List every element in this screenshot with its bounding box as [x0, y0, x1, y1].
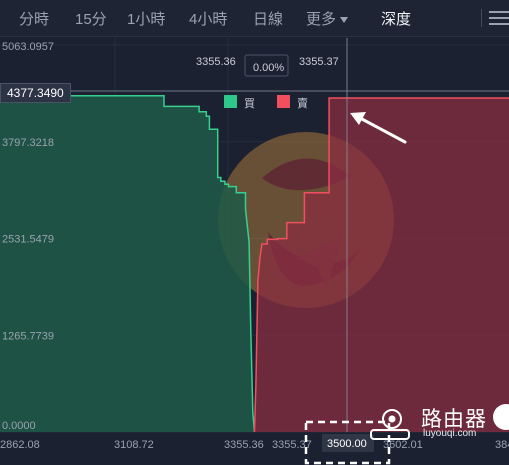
chart-settings-icon[interactable] [489, 9, 509, 27]
spread-percent: 0.00% [253, 62, 284, 74]
toolbar-divider [481, 9, 482, 27]
tab-1hour[interactable]: 1小時 [127, 8, 165, 29]
y-tick-label: 2531.5479 [2, 234, 54, 246]
y-tick-label: 5063.0957 [2, 41, 54, 53]
tab-4hour[interactable]: 4小時 [189, 8, 227, 29]
tab-more[interactable]: 更多 [306, 8, 349, 29]
highlight-price-label: 3500.00 [327, 438, 367, 450]
y-tick-label: 1265.7739 [2, 330, 54, 342]
depth-chart[interactable]: 5063.0957 3797.3218 2531.5479 1265.7739 0.00… [0, 37, 509, 465]
x-tick-label: 3108.72 [114, 439, 154, 451]
tab-depth[interactable]: 深度 [381, 8, 411, 29]
chevron-down-icon [340, 17, 349, 24]
x-axis: 2862.083108.723355.363355.373602.01384 [0, 439, 509, 451]
best-bid-price: 3355.36 [196, 56, 236, 68]
cursor-price-label: 4377.3490 [0, 83, 71, 103]
watermark-subtitle: luyouqi.com [423, 428, 477, 439]
x-tick-label: 384 [495, 439, 509, 451]
y-tick-label: 0.0000 [2, 420, 36, 432]
timeframe-toolbar: 分時 15分 1小時 4小時 日線 更多 深度 [0, 0, 509, 37]
legend-buy-label: 買 [244, 97, 255, 110]
legend-buy-swatch [224, 95, 237, 108]
tab-15min[interactable]: 15分 [75, 8, 107, 29]
tab-time-share[interactable]: 分時 [19, 8, 49, 29]
router-logo-icon [370, 409, 410, 440]
legend-sell-swatch [277, 95, 290, 108]
tab-daily[interactable]: 日線 [253, 8, 283, 29]
tab-more-label: 更多 [306, 11, 337, 28]
y-tick-label: 3797.3218 [2, 137, 54, 149]
best-ask-price: 3355.37 [299, 56, 339, 68]
x-tick-label: 3355.36 [224, 439, 264, 451]
legend-sell-label: 賣 [297, 96, 308, 110]
x-tick-label: 2862.08 [0, 439, 40, 451]
